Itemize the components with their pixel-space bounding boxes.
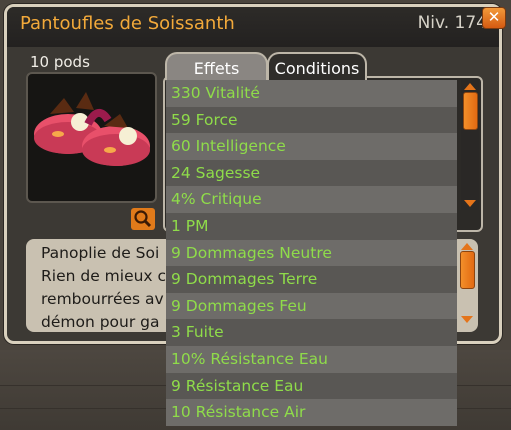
effect-row: 10 Résistance Air [166,399,457,426]
effect-row: 9 Dommages Terre [166,266,457,293]
item-level: Niv. 174 [417,13,487,33]
scroll-up-icon[interactable] [461,243,473,250]
description-line: Panoplie de Soi [41,244,160,262]
effect-row: 24 Sagesse [166,159,457,187]
item-title: Pantoufles de Soissanth [20,13,235,34]
description-scrollbar[interactable] [458,240,475,326]
scrollbar-thumb[interactable] [460,251,475,289]
effect-row: 4% Critique [166,186,457,213]
description-line: rembourrées av [41,290,164,308]
scroll-down-icon[interactable] [464,200,476,207]
effect-row: 1 PM [166,212,457,240]
effect-row: 60 Intelligence [166,133,457,160]
effect-row: 10% Résistance Eau [166,345,457,373]
item-weight: 10 pods [30,53,90,71]
description-text: Panoplie de Soi Rien de mieux c rembourr… [41,242,181,334]
scroll-up-icon[interactable] [464,83,476,90]
effect-row: 3 Fuite [166,319,457,346]
effect-row: 9 Dommages Feu [166,292,457,320]
effect-row: 59 Force [166,106,457,134]
scrollbar-thumb[interactable] [463,92,478,130]
tab-conditions[interactable]: Conditions [267,52,367,80]
pink-slippers-icon [34,92,150,166]
effect-row: 9 Résistance Eau [166,372,457,400]
description-line: Rien de mieux c [41,267,167,285]
magnifier-icon[interactable] [131,208,155,230]
effect-row: 330 Vitalité [166,80,457,107]
scroll-down-icon[interactable] [461,316,473,323]
close-icon[interactable]: ✕ [482,7,506,29]
description-line: démon pour ga [41,313,160,331]
effects-scrollbar[interactable] [461,80,479,210]
tab-effets[interactable]: Effets [165,52,268,80]
item-image-frame [26,72,157,203]
effects-list: 330 Vitalité 59 Force 60 Intelligence 24… [166,80,457,426]
effect-row: 9 Dommages Neutre [166,239,457,267]
